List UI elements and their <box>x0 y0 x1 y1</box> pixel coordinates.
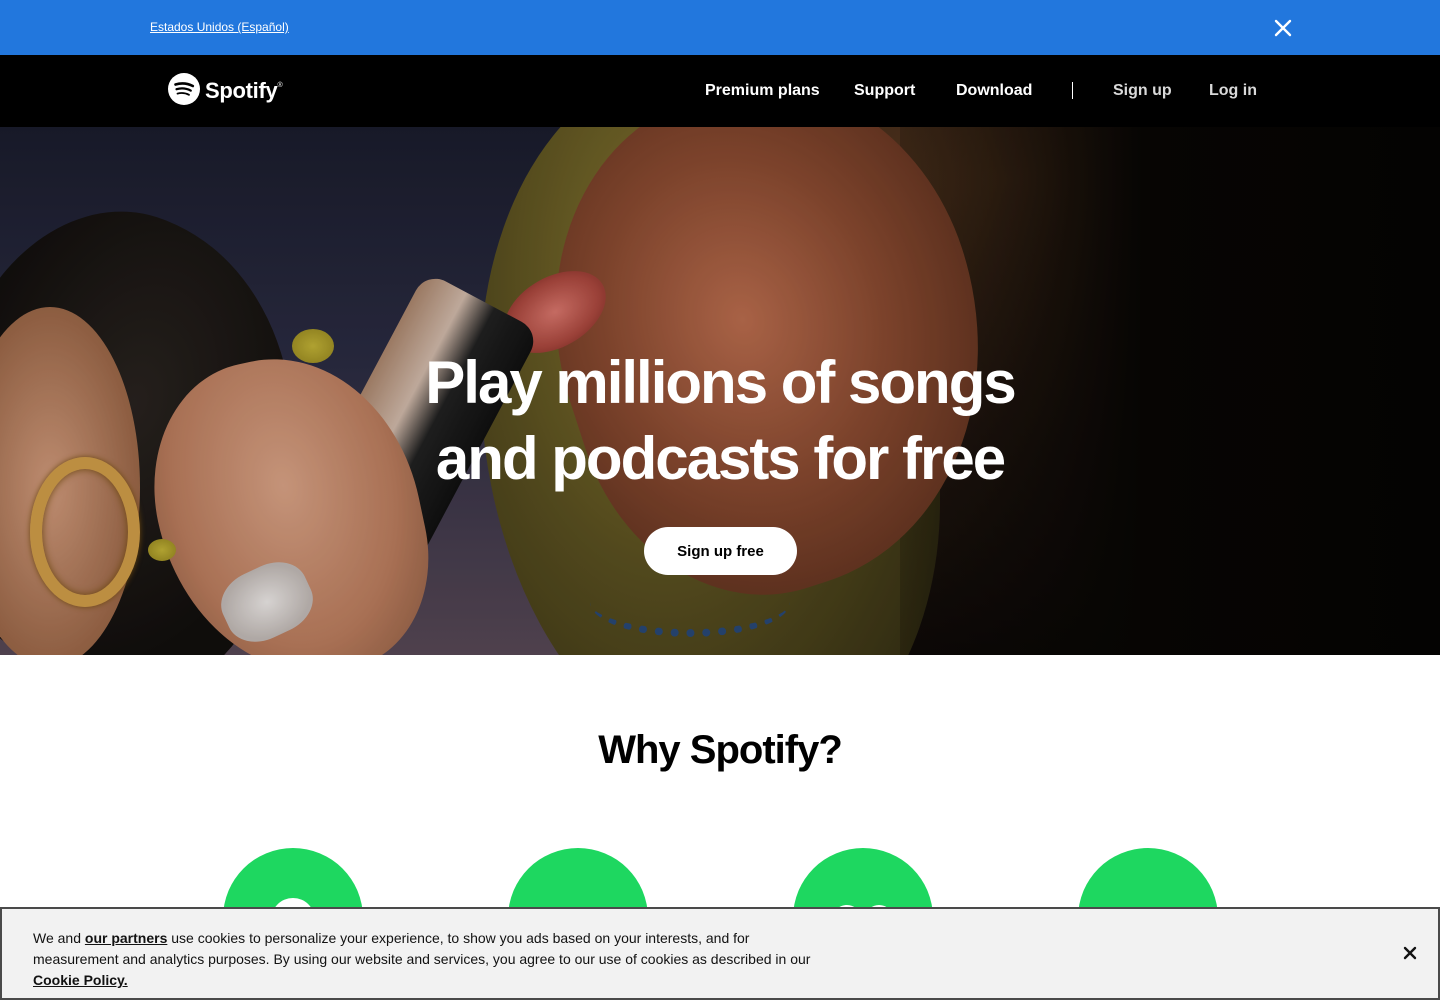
hero-title-line1: Play millions of songs <box>425 349 1016 416</box>
logo-trademark: ® <box>277 81 283 89</box>
nav-sign-up[interactable]: Sign up <box>1113 82 1172 100</box>
nav-premium-plans[interactable]: Premium plans <box>705 82 820 100</box>
close-icon[interactable] <box>1271 16 1295 40</box>
cookie-banner: We and our partners use cookies to perso… <box>0 907 1440 1000</box>
language-link[interactable]: Estados Unidos (Español) <box>150 20 289 34</box>
nav-download[interactable]: Download <box>956 82 1032 100</box>
hero-title: Play millions of songs and podcasts for … <box>370 345 1070 497</box>
spotify-icon <box>168 72 200 110</box>
nav-divider <box>1072 82 1073 99</box>
close-icon[interactable] <box>1400 943 1420 963</box>
nav-log-in[interactable]: Log in <box>1209 82 1257 100</box>
cookie-text-start: We and <box>33 930 85 946</box>
hero-section: Play millions of songs and podcasts for … <box>0 127 1440 655</box>
cookie-message: We and our partners use cookies to perso… <box>33 928 813 991</box>
logo-wordmark: Spotify <box>205 78 278 103</box>
top-navbar: Spotify ® Premium plans Support Download… <box>0 55 1440 127</box>
hero-title-line2: and podcasts for free <box>435 425 1006 492</box>
sign-up-free-button[interactable]: Sign up free <box>644 527 797 575</box>
why-spotify-heading: Why Spotify? <box>598 728 843 772</box>
our-partners-link[interactable]: our partners <box>85 930 167 946</box>
cookie-policy-link[interactable]: Cookie Policy. <box>33 972 128 988</box>
spotify-logo[interactable]: Spotify ® <box>168 72 283 110</box>
language-banner: Estados Unidos (Español) <box>0 0 1440 55</box>
nav-support[interactable]: Support <box>854 82 915 100</box>
